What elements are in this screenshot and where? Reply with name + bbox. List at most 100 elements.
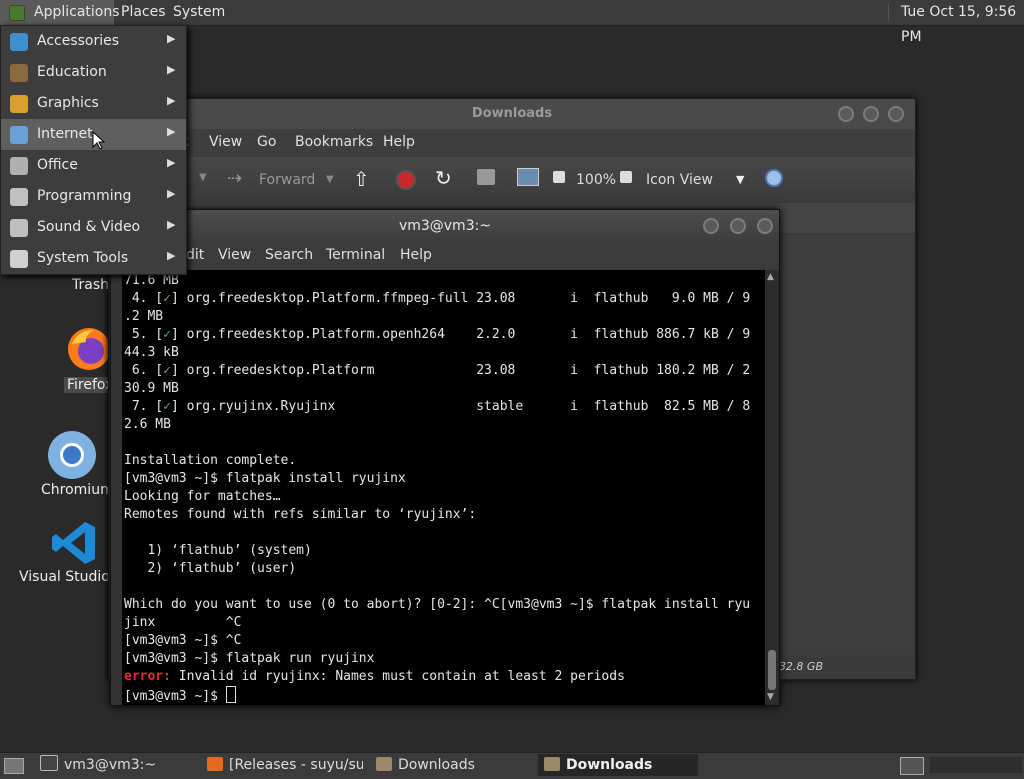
apps-menu-item-accessories[interactable]: Accessories ▶	[1, 26, 186, 57]
submenu-arrow-icon: ▶	[167, 63, 176, 76]
view-mode-dropdown-icon[interactable]: ▼	[736, 173, 744, 186]
apps-menu-item-office[interactable]: Office ▶	[1, 150, 186, 181]
distro-logo-icon	[9, 5, 25, 21]
scroll-up-icon[interactable]: ▲	[767, 272, 774, 282]
submenu-arrow-icon: ▶	[167, 249, 176, 262]
system-menu-button[interactable]: System	[173, 0, 225, 25]
terminal-close-button[interactable]	[757, 218, 773, 234]
terminal-line: [vm3@vm3 ~]$ flatpak run ryujinx	[124, 651, 375, 666]
terminal-prompt-line[interactable]: [vm3@vm3 ~]$	[124, 686, 750, 705]
forward-button[interactable]: Forward	[259, 172, 315, 188]
disk-free-space: 32.8 GB	[778, 660, 823, 673]
terminal-output: 71.6 MB 4. [✓] org.freedesktop.Platform.…	[124, 272, 750, 705]
taskbar-button[interactable]: Downloads	[370, 754, 532, 776]
apps-menu-item-programming[interactable]: Programming ▶	[1, 181, 186, 212]
terminal-minimize-button[interactable]	[703, 218, 719, 234]
minimize-button[interactable]	[838, 106, 854, 122]
terminal-line: 30.9 MB	[124, 381, 179, 396]
applications-label: Applications	[34, 4, 120, 20]
terminal-line: [vm3@vm3 ~]$ ^C	[124, 633, 242, 648]
taskbar-button[interactable]: Downloads	[538, 754, 698, 776]
workspace-switcher[interactable]	[900, 757, 924, 775]
apps-menu-item-system-tools[interactable]: System Tools ▶	[1, 243, 186, 274]
terminal-menu-view[interactable]: View	[218, 247, 251, 263]
forward-icon[interactable]: ⇢	[227, 168, 242, 189]
panel-separator	[888, 4, 889, 21]
desktop-chromium[interactable]: Chromium	[38, 430, 114, 502]
mouse-pointer-icon	[92, 131, 106, 150]
back-dropdown-icon[interactable]: ▼	[199, 172, 207, 183]
terminal-line: Looking for matches…	[124, 489, 281, 504]
terminal-error-line: error: Invalid id ryujinx: Names must co…	[124, 669, 625, 684]
clock[interactable]: Tue Oct 15, 9:56 PM	[901, 0, 1024, 45]
fm-menu-go[interactable]: Go	[257, 134, 276, 150]
scrollbar-thumb[interactable]	[768, 650, 776, 690]
terminal-scrollbar[interactable]: ▲ ▼	[765, 270, 779, 705]
apps-menu-item-label: System Tools	[37, 250, 129, 266]
home-icon[interactable]	[477, 169, 495, 185]
taskbar-button[interactable]: vm3@vm3:~	[34, 754, 194, 776]
check-icon: ✓	[163, 399, 171, 414]
submenu-arrow-icon: ▶	[167, 32, 176, 45]
check-icon: ✓	[163, 327, 171, 342]
file-manager-titlebar[interactable]: Downloads	[109, 99, 915, 129]
taskbar-button-label: Downloads	[398, 757, 475, 773]
show-desktop-icon[interactable]	[4, 758, 24, 774]
taskbar-button[interactable]: [Releases - suyu/suy...	[201, 754, 363, 776]
apps-menu-item-label: Sound & Video	[37, 219, 141, 235]
terminal-menu-edit[interactable]: dit	[186, 247, 204, 263]
terminal-menu-search[interactable]: Search	[265, 247, 313, 263]
scroll-down-icon[interactable]: ▼	[767, 692, 774, 702]
terminal-menu-help[interactable]: Help	[400, 247, 432, 263]
folder-icon	[544, 757, 560, 771]
forward-dropdown-icon[interactable]: ▼	[326, 174, 334, 185]
vscode-icon	[52, 522, 95, 564]
terminal-line: 71.6 MB	[124, 273, 179, 288]
workspace-switcher-2[interactable]	[930, 757, 1022, 773]
terminal-cursor	[225, 686, 236, 703]
stop-icon[interactable]	[396, 170, 416, 190]
computer-icon[interactable]	[517, 168, 539, 186]
error-label: error:	[124, 669, 171, 684]
up-icon[interactable]: ⇧	[353, 167, 370, 191]
terminal-titlebar[interactable]: vm3@vm3:~	[111, 210, 779, 242]
check-icon: ✓	[163, 291, 171, 306]
terminal-line: jinx ^C	[124, 615, 242, 630]
submenu-arrow-icon: ▶	[167, 156, 176, 169]
internet-icon	[10, 126, 28, 144]
fm-menu-help[interactable]: Help	[383, 134, 415, 150]
zoom-in-icon[interactable]	[620, 171, 632, 183]
terminal-line: Which do you want to use (0 to abort)? […	[124, 597, 751, 612]
terminal-menu-terminal[interactable]: Terminal	[326, 247, 385, 263]
search-icon[interactable]	[765, 169, 783, 187]
folder-icon	[376, 757, 392, 771]
taskbar-button-label: vm3@vm3:~	[64, 757, 157, 773]
terminal-maximize-button[interactable]	[730, 218, 746, 234]
terminal-screen[interactable]: 71.6 MB 4. [✓] org.freedesktop.Platform.…	[122, 270, 765, 705]
submenu-arrow-icon: ▶	[167, 218, 176, 231]
close-button[interactable]	[888, 106, 904, 122]
submenu-arrow-icon: ▶	[167, 187, 176, 200]
submenu-arrow-icon: ▶	[167, 125, 176, 138]
fm-menu-view[interactable]: View	[209, 134, 242, 150]
apps-menu-item-graphics[interactable]: Graphics ▶	[1, 88, 186, 119]
terminal-line: 2) ‘flathub’ (user)	[124, 561, 297, 576]
fm-menu-bookmarks[interactable]: Bookmarks	[295, 134, 373, 150]
view-mode-select[interactable]: Icon View	[646, 172, 713, 188]
maximize-button[interactable]	[863, 106, 879, 122]
file-manager-content[interactable]	[769, 235, 914, 655]
reload-icon[interactable]: ↻	[435, 166, 452, 190]
programming-icon	[10, 188, 28, 206]
desktop-vscode[interactable]: Visual Studio Co	[18, 520, 133, 586]
apps-menu-item-sound-video[interactable]: Sound & Video ▶	[1, 212, 186, 243]
apps-menu-item-education[interactable]: Education ▶	[1, 57, 186, 88]
terminal-line: .2 MB	[124, 309, 164, 324]
zoom-out-icon[interactable]	[553, 171, 565, 183]
check-icon: ✓	[163, 363, 171, 378]
terminal-line: 7. [✓] org.ryujinx.Ryujinx stable i flat…	[124, 399, 751, 414]
apps-menu-item-label: Office	[37, 157, 78, 173]
places-menu-button[interactable]: Places	[121, 0, 166, 25]
applications-menu-button[interactable]: Applications	[0, 0, 120, 25]
